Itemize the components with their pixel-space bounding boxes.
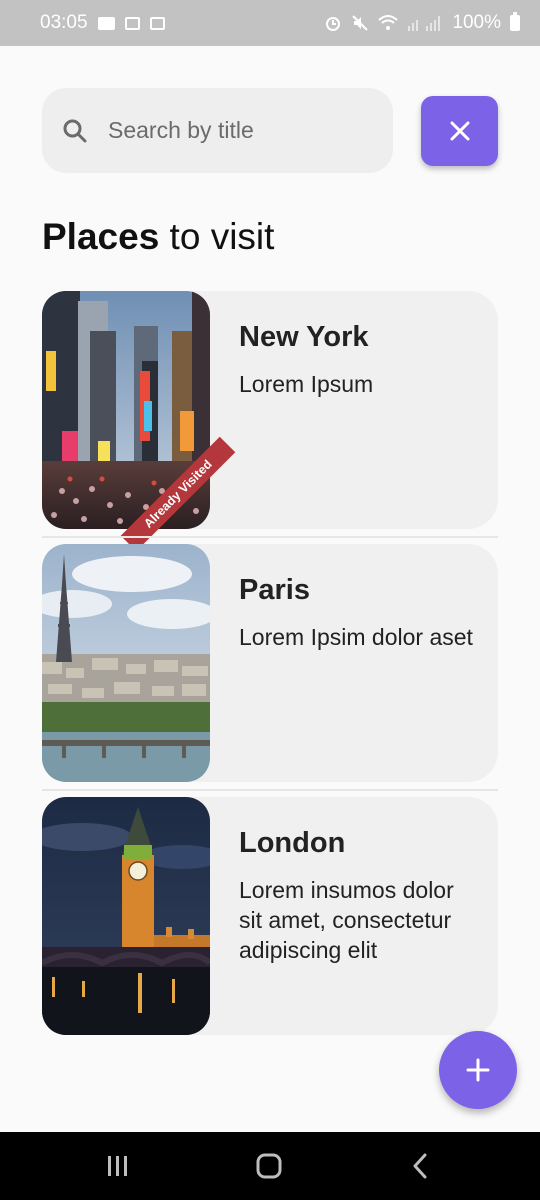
place-title: New York: [239, 321, 369, 353]
clear-search-button[interactable]: [421, 96, 498, 166]
recents-icon: [108, 1156, 127, 1176]
place-card-london[interactable]: London Lorem insumos dolor sit amet, con…: [42, 797, 498, 1035]
status-left: 03:05: [40, 12, 165, 34]
battery-icon: [510, 12, 520, 31]
status-time: 03:05: [40, 12, 88, 33]
wifi-icon: [378, 15, 399, 30]
place-title: Paris: [239, 574, 310, 606]
alarm-icon: [326, 17, 341, 31]
place-description: Lorem insumos dolor sit amet, consectetu…: [239, 877, 454, 963]
page-title-bold: Places: [42, 216, 160, 257]
mute-icon: [352, 15, 369, 31]
app-screen: 03:05 100% Places to visit: [0, 0, 540, 1200]
big-ben-photo: [42, 797, 210, 1035]
place-description: Lorem Ipsim dolor aset: [239, 624, 473, 650]
gallery-notification-icon: [97, 16, 115, 30]
divider: [42, 536, 498, 538]
place-description: Lorem Ipsum: [239, 371, 374, 397]
search-bar[interactable]: [42, 88, 393, 173]
status-right: 100%: [324, 12, 520, 34]
page-title-rest: to visit: [159, 216, 275, 257]
message-notification-icon: [124, 16, 140, 30]
nav-home-button[interactable]: [229, 1132, 309, 1200]
page-title: Places to visit: [42, 216, 274, 258]
place-card-paris[interactable]: Paris Lorem Ipsim dolor aset: [42, 544, 498, 782]
eiffel-tower-photo: [42, 544, 210, 782]
search-icon: [63, 119, 87, 142]
message-notification-icon-2: [149, 16, 165, 30]
place-title: London: [239, 827, 346, 859]
system-nav-bar: [0, 1132, 540, 1200]
plus-icon: [466, 1058, 490, 1082]
home-icon: [256, 1153, 282, 1179]
battery-percent: 100%: [452, 12, 501, 33]
place-card-new-york[interactable]: New York Lorem Ipsum: [42, 291, 498, 529]
status-bar: 03:05 100%: [0, 0, 540, 46]
signal-icon: [408, 16, 441, 31]
back-icon: [413, 1153, 427, 1179]
search-input[interactable]: [108, 117, 348, 144]
nav-back-button[interactable]: [380, 1132, 460, 1200]
divider: [42, 789, 498, 791]
close-icon: [450, 121, 469, 141]
add-place-button[interactable]: [439, 1031, 517, 1109]
nav-recents-button[interactable]: [78, 1132, 158, 1200]
